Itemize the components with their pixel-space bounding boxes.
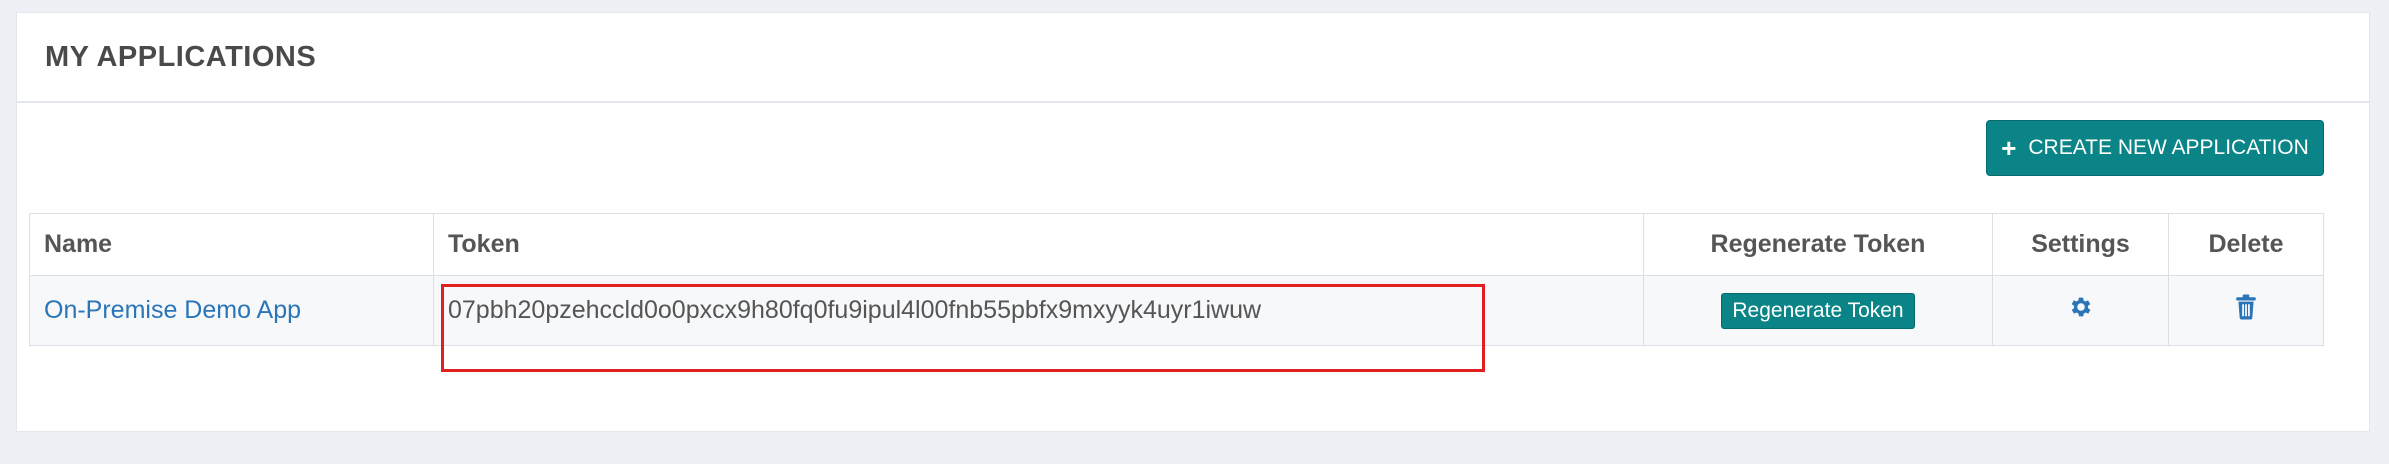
plus-icon: + bbox=[2001, 133, 2017, 163]
applications-table: Name Token Regenerate Token Settings Del… bbox=[29, 213, 2324, 346]
settings-cell bbox=[1992, 275, 2169, 346]
page-title: MY APPLICATIONS bbox=[45, 40, 317, 73]
token-value[interactable]: 07pbh20pzehccld0o0pxcx9h80fq0fu9ipul4l00… bbox=[448, 296, 1261, 324]
column-header-token: Token bbox=[433, 213, 1644, 276]
regenerate-cell: Regenerate Token bbox=[1643, 275, 1993, 346]
table-row: On-Premise Demo App 07pbh20pzehccld0o0px… bbox=[29, 275, 2324, 346]
trash-icon[interactable] bbox=[2235, 294, 2257, 327]
application-name-link[interactable]: On-Premise Demo App bbox=[44, 296, 301, 324]
name-cell: On-Premise Demo App bbox=[29, 275, 434, 346]
delete-cell bbox=[2168, 275, 2324, 346]
token-cell: 07pbh20pzehccld0o0pxcx9h80fq0fu9ipul4l00… bbox=[433, 275, 1644, 346]
column-header-regenerate-token: Regenerate Token bbox=[1643, 213, 1993, 276]
table-header-row: Name Token Regenerate Token Settings Del… bbox=[29, 213, 2324, 276]
column-header-name: Name bbox=[29, 213, 434, 276]
regenerate-token-button[interactable]: Regenerate Token bbox=[1721, 292, 1915, 329]
column-header-delete: Delete bbox=[2168, 213, 2324, 276]
create-button-label: CREATE NEW APPLICATION bbox=[2028, 136, 2309, 159]
panel-header: MY APPLICATIONS bbox=[17, 13, 2369, 103]
column-header-settings: Settings bbox=[1992, 213, 2169, 276]
gear-icon[interactable] bbox=[2068, 294, 2094, 327]
create-new-application-button[interactable]: + CREATE NEW APPLICATION bbox=[1986, 120, 2324, 176]
